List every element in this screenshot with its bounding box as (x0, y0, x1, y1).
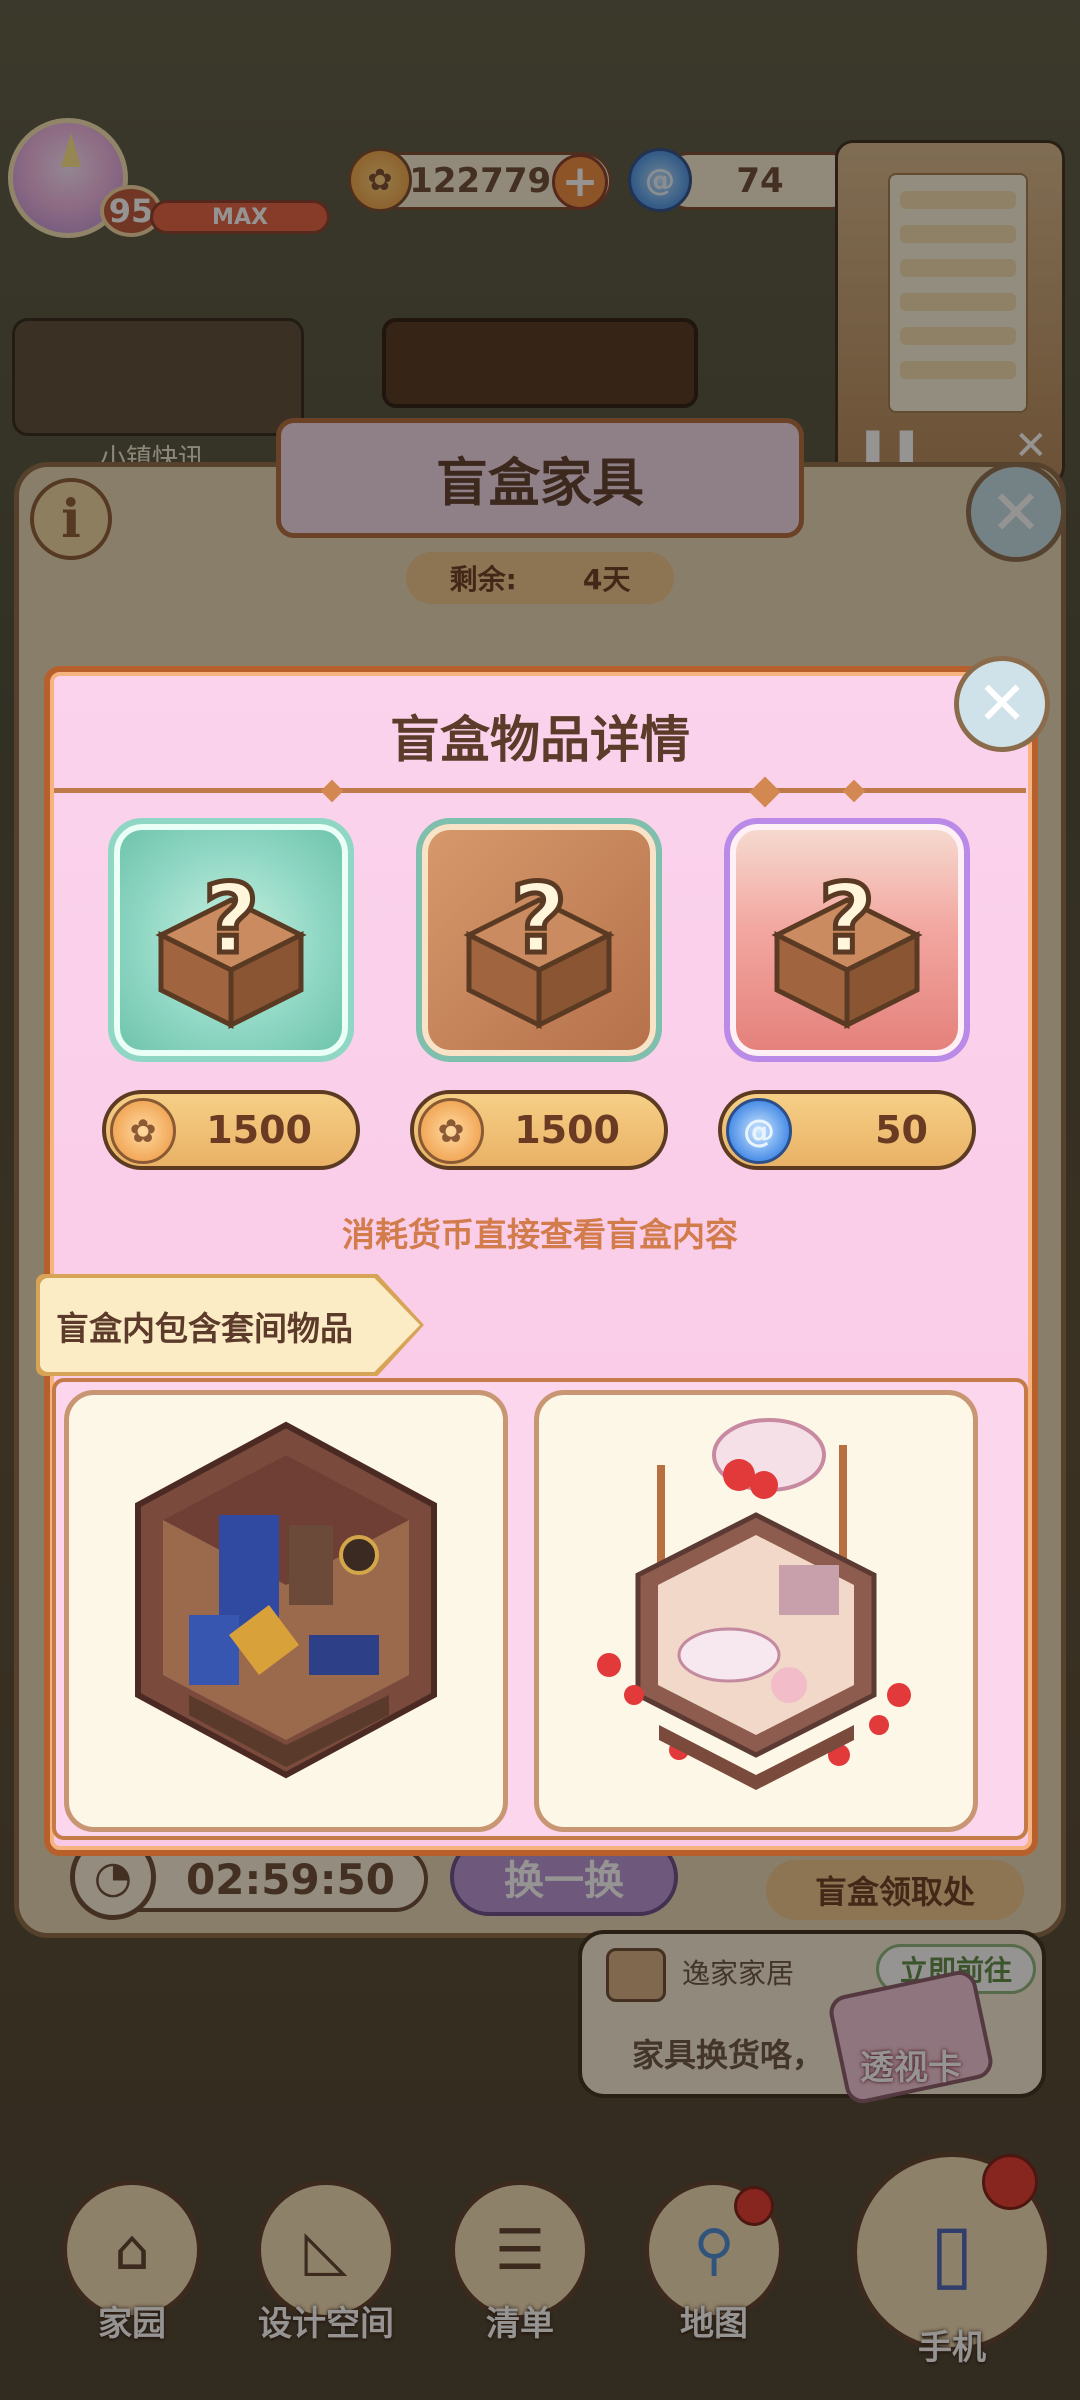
reveal-price-value: 50 (875, 1108, 928, 1152)
suite-item-card[interactable] (64, 1390, 508, 1832)
close-icon: ✕ (976, 669, 1028, 739)
dessert-room-suite-icon (597, 1418, 911, 1790)
modal-close-button[interactable]: ✕ (954, 656, 1050, 752)
reveal-price-button[interactable]: ✿ 1500 (410, 1090, 668, 1170)
blind-box-card[interactable]: ? (108, 818, 354, 1062)
gem-icon: @ (726, 1098, 792, 1164)
music-room-suite-icon (135, 1421, 437, 1779)
svg-text:?: ? (819, 863, 875, 975)
suite-item-card[interactable] (534, 1390, 978, 1832)
coin-icon: ✿ (110, 1098, 176, 1164)
reveal-price-value: 1500 (206, 1108, 312, 1152)
coin-icon: ✿ (418, 1098, 484, 1164)
reveal-price-button[interactable]: @ 50 (718, 1090, 976, 1170)
reveal-price-button[interactable]: ✿ 1500 (102, 1090, 360, 1170)
mystery-box-icon: ? (155, 860, 307, 1029)
reveal-price-value: 1500 (514, 1108, 620, 1152)
blind-box-card[interactable]: ? (724, 818, 970, 1062)
blind-box-card[interactable]: ? (416, 818, 662, 1062)
svg-text:?: ? (511, 863, 567, 975)
svg-text:?: ? (203, 863, 259, 975)
mystery-box-icon: ? (771, 860, 923, 1029)
title-divider (54, 788, 1026, 793)
section-label: 盲盒内包含套间物品 (56, 1309, 353, 1348)
modal-title: 盲盒物品详情 (390, 711, 690, 769)
mystery-box-icon: ? (463, 860, 615, 1029)
reveal-hint-text: 消耗货币直接查看盲盒内容 (342, 1215, 738, 1254)
